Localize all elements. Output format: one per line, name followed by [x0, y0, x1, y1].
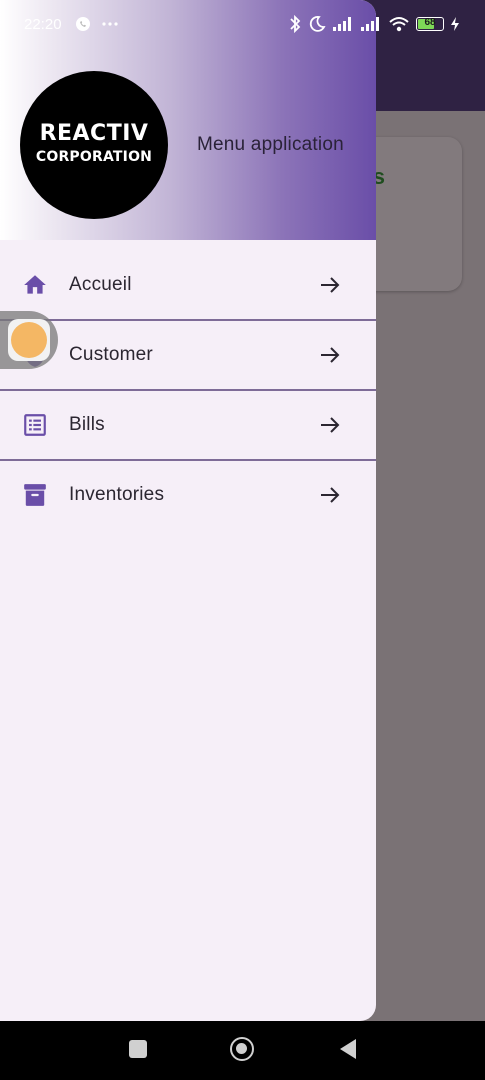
back-button[interactable] — [338, 1037, 358, 1061]
system-navigation-bar — [0, 1021, 485, 1080]
menu-item-label: Bills — [69, 414, 105, 435]
company-logo: REACTIV CORPORATION — [20, 71, 168, 219]
signal-icon — [333, 17, 351, 31]
menu-item-label: Inventories — [69, 484, 165, 505]
wifi-icon — [389, 17, 409, 32]
home-icon — [24, 275, 46, 294]
menu-item-label: Accueil — [69, 274, 132, 295]
arrow-right-icon — [321, 487, 340, 503]
list-icon — [24, 414, 46, 436]
status-left-icons — [75, 15, 119, 32]
whatsapp-icon — [76, 17, 90, 32]
bluetooth-icon — [290, 14, 301, 34]
arrow-right-icon — [321, 347, 340, 363]
navigation-drawer: REACTIV CORPORATION Menu application Acc… — [0, 0, 376, 1021]
status-bar: 22:20 68 — [0, 0, 485, 52]
signal-icon — [361, 17, 379, 31]
menu-item-inventories[interactable]: Inventories — [0, 460, 376, 530]
menu-item-accueil[interactable]: Accueil — [0, 250, 376, 320]
battery-icon: 68 — [416, 17, 444, 31]
arrow-right-icon — [321, 417, 340, 433]
moon-icon — [309, 16, 326, 32]
logo-text-line2: CORPORATION — [35, 149, 153, 165]
status-time: 22:20 — [24, 16, 62, 33]
floating-chat-bubble[interactable] — [0, 311, 58, 369]
menu-item-label: Customer — [69, 344, 153, 365]
home-button[interactable] — [230, 1037, 254, 1061]
more-dots-icon — [102, 22, 118, 26]
bubble-avatar-frame — [8, 319, 50, 361]
recent-apps-button[interactable] — [129, 1040, 147, 1058]
avatar-icon — [11, 322, 47, 358]
logo-text-line1: REACTIV — [39, 121, 149, 146]
drawer-header-title: Menu application — [197, 134, 344, 155]
battery-level: 68 — [424, 17, 436, 28]
archive-icon — [24, 484, 46, 506]
arrow-right-icon — [321, 277, 340, 293]
status-right-icons: 68 — [288, 14, 460, 34]
menu-item-bills[interactable]: Bills — [0, 390, 376, 460]
charging-icon — [451, 17, 459, 31]
